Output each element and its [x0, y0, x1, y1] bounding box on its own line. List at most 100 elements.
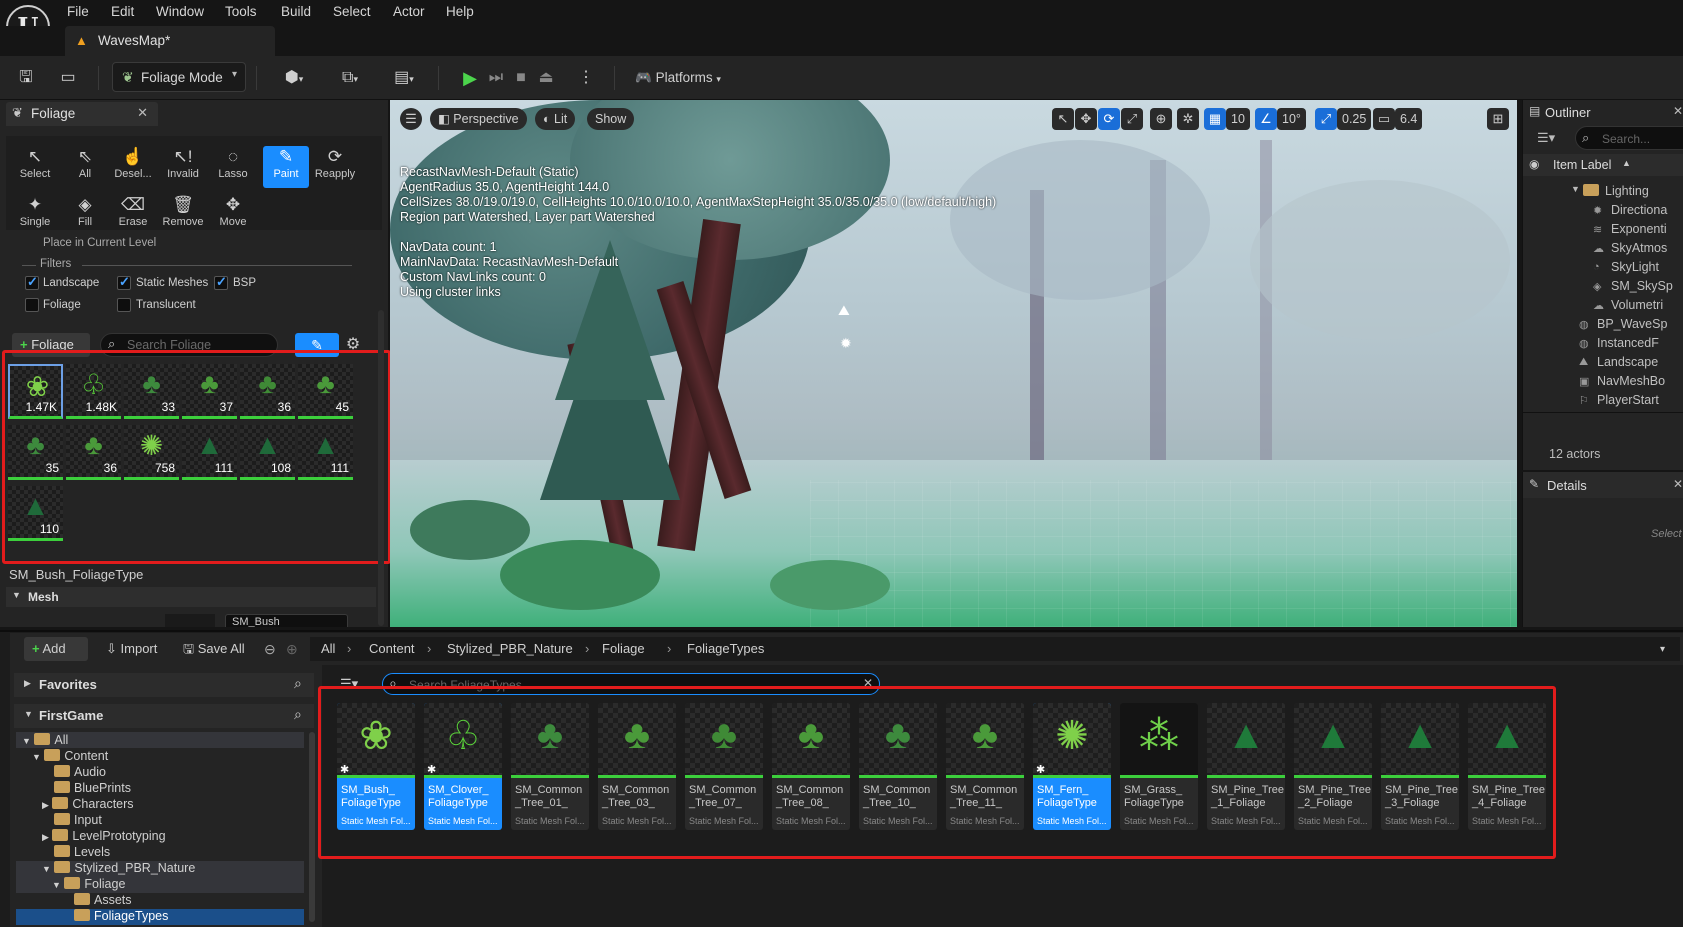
menu-select[interactable]: Select	[333, 4, 371, 19]
tree-folder[interactable]: ▼ All	[22, 733, 68, 749]
tree-folder[interactable]: Audio	[54, 765, 106, 781]
scale-snap-icon[interactable]: ⤢	[1315, 108, 1337, 130]
menu-actor[interactable]: Actor	[393, 4, 425, 19]
close-icon[interactable]: ✕	[137, 105, 148, 121]
mesh-picker[interactable]: SM_Bush	[225, 614, 348, 627]
foliage-panel-scrollbar[interactable]	[378, 310, 384, 626]
tool-paint[interactable]: ✎ Paint	[263, 146, 309, 188]
rotate-icon[interactable]: ⟳	[1098, 108, 1120, 130]
breadcrumb-stylized[interactable]: Stylized_PBR_Nature	[447, 641, 573, 656]
menu-window[interactable]: Window	[156, 4, 204, 19]
import-button[interactable]: ⇩ Import	[106, 637, 157, 661]
save-all-button[interactable]: 🖫 Save All	[183, 637, 245, 661]
close-icon[interactable]: ✕	[1673, 104, 1683, 118]
select-mode-icon[interactable]: ↖	[1052, 108, 1074, 130]
cinematics-icon[interactable]: ▤▾	[384, 64, 424, 92]
outliner-row[interactable]: ☁ Volumetri	[1523, 296, 1683, 316]
outliner-row[interactable]: ◈ SM_SkySp	[1523, 277, 1683, 297]
close-icon[interactable]: ✕	[1673, 477, 1683, 491]
outliner-row[interactable]: ◔ SkyLight	[1523, 258, 1683, 278]
angle-size[interactable]: 10°	[1277, 108, 1306, 130]
outliner-row[interactable]: ▣ NavMeshBo	[1523, 372, 1683, 392]
tool-fill[interactable]: ◈ Fill	[62, 194, 108, 236]
project-header[interactable]: ▼ FirstGame ⌕	[14, 704, 314, 728]
surface-snap-icon[interactable]: ✲	[1177, 108, 1199, 130]
more-options-icon[interactable]: ⋮	[578, 64, 594, 92]
folder-tree-scrollbar[interactable]	[309, 732, 315, 922]
outliner-row[interactable]: ☁ SkyAtmos	[1523, 239, 1683, 259]
mode-selector[interactable]: ❦ Foliage Mode ▾	[112, 62, 246, 92]
tool-move[interactable]: ✥ Move	[210, 194, 256, 236]
breadcrumb-all[interactable]: All	[321, 641, 335, 656]
grid-snap-icon[interactable]: ▦	[1204, 108, 1226, 130]
menu-file[interactable]: File	[67, 4, 89, 19]
menu-tools[interactable]: Tools	[225, 4, 257, 19]
stop-icon[interactable]: ■	[509, 64, 533, 92]
tool-erase[interactable]: ⌫ Erase	[110, 194, 156, 236]
angle-snap-icon[interactable]: ∠	[1255, 108, 1277, 130]
lit-button[interactable]: ◐ Lit	[535, 108, 576, 130]
save-icon[interactable]: 🖫	[14, 64, 38, 92]
scale-icon[interactable]: ⤢	[1121, 108, 1143, 130]
step-icon[interactable]: ⏭	[484, 64, 508, 92]
tree-folder[interactable]: BluePrints	[54, 781, 131, 797]
tool-invalid[interactable]: ↖! Invalid	[160, 146, 206, 188]
mesh-section-header[interactable]: ▼ Mesh	[6, 587, 376, 607]
filter-landscape-checkbox[interactable]	[25, 274, 39, 290]
play-icon[interactable]: ▶	[458, 64, 482, 92]
translate-icon[interactable]: ✥	[1075, 108, 1097, 130]
add-actor-icon[interactable]: ⬢▾	[274, 64, 314, 92]
tool-reapply[interactable]: ⟳ Reapply	[312, 146, 358, 188]
outliner-row[interactable]: ◍ InstancedF	[1523, 334, 1683, 354]
tool-single[interactable]: ✦ Single	[12, 194, 58, 236]
outliner-row[interactable]: ◍ BP_WaveSp	[1523, 315, 1683, 335]
breadcrumb-foliage[interactable]: Foliage	[602, 641, 645, 656]
menu-build[interactable]: Build	[281, 4, 311, 19]
tree-folder[interactable]: ▼ Content	[32, 749, 108, 765]
breadcrumb-foliagetypes[interactable]: FoliageTypes	[687, 641, 764, 656]
add-button[interactable]: + Add	[24, 637, 88, 661]
perspective-button[interactable]: ◧ Perspective	[430, 108, 527, 130]
show-button[interactable]: Show	[587, 108, 635, 130]
back-icon[interactable]: ⊖	[264, 637, 276, 661]
outliner-row[interactable]: ⚐ PlayerStart	[1523, 391, 1683, 411]
tree-folder[interactable]: Input	[54, 813, 102, 829]
map-tab[interactable]: ▲ WavesMap*	[65, 26, 275, 56]
world-space-icon[interactable]: ⊕	[1150, 108, 1172, 130]
camera-speed-icon[interactable]: ▭	[1373, 108, 1395, 130]
filter-static-meshes-checkbox[interactable]	[117, 274, 131, 290]
tree-folder-selected[interactable]: FoliageTypes	[74, 909, 168, 925]
forward-icon[interactable]: ⊕	[286, 637, 298, 661]
platforms-button[interactable]: 🎮 Platforms ▾	[628, 64, 728, 92]
tree-folder[interactable]: Assets	[74, 893, 132, 909]
menu-edit[interactable]: Edit	[111, 4, 134, 19]
eject-icon[interactable]: ⏏	[534, 64, 558, 92]
tree-folder[interactable]: Levels	[54, 845, 110, 861]
viewport-menu-icon[interactable]: ☰	[400, 108, 422, 130]
tool-deselect[interactable]: ☝ Desel...	[110, 146, 156, 188]
chevron-down-icon[interactable]: ▾	[1660, 644, 1665, 655]
outliner-search-input[interactable]: ⌕ Search...	[1575, 126, 1683, 150]
outliner-row[interactable]: ⛰ Landscape	[1523, 353, 1683, 373]
filter-translucent-checkbox[interactable]	[117, 298, 131, 312]
tool-lasso[interactable]: ◌ Lasso	[210, 146, 256, 188]
outliner-row[interactable]: ≋ Exponenti	[1523, 220, 1683, 240]
grid-size[interactable]: 10	[1226, 108, 1250, 130]
tool-select[interactable]: ↖ Select	[12, 146, 58, 188]
tool-all[interactable]: ⇖ All	[62, 146, 108, 188]
camera-speed[interactable]: 6.4	[1395, 108, 1423, 130]
tree-folder[interactable]: ▼ Stylized_PBR_Nature	[42, 861, 195, 877]
tree-folder[interactable]: ▶ LevelPrototyping	[42, 829, 166, 845]
breadcrumb-content[interactable]: Content	[369, 641, 415, 656]
foliage-panel-tab[interactable]: ❦ Foliage ✕	[6, 102, 158, 126]
search-icon[interactable]: ⌕	[294, 675, 302, 692]
scale-size[interactable]: 0.25	[1337, 108, 1372, 130]
maximize-viewport-icon[interactable]: ⊞	[1487, 108, 1509, 130]
filter-icon[interactable]: ☰▾	[1537, 130, 1555, 146]
browse-content-icon[interactable]: ▭	[56, 64, 80, 92]
outliner-header[interactable]: ◉ Item Label ▲	[1523, 154, 1683, 176]
filter-foliage-checkbox[interactable]	[25, 298, 39, 312]
outliner-row[interactable]: ▼ Lighting	[1523, 182, 1683, 202]
blueprint-icon[interactable]: ⧉▾	[330, 64, 370, 92]
menu-help[interactable]: Help	[446, 4, 474, 19]
